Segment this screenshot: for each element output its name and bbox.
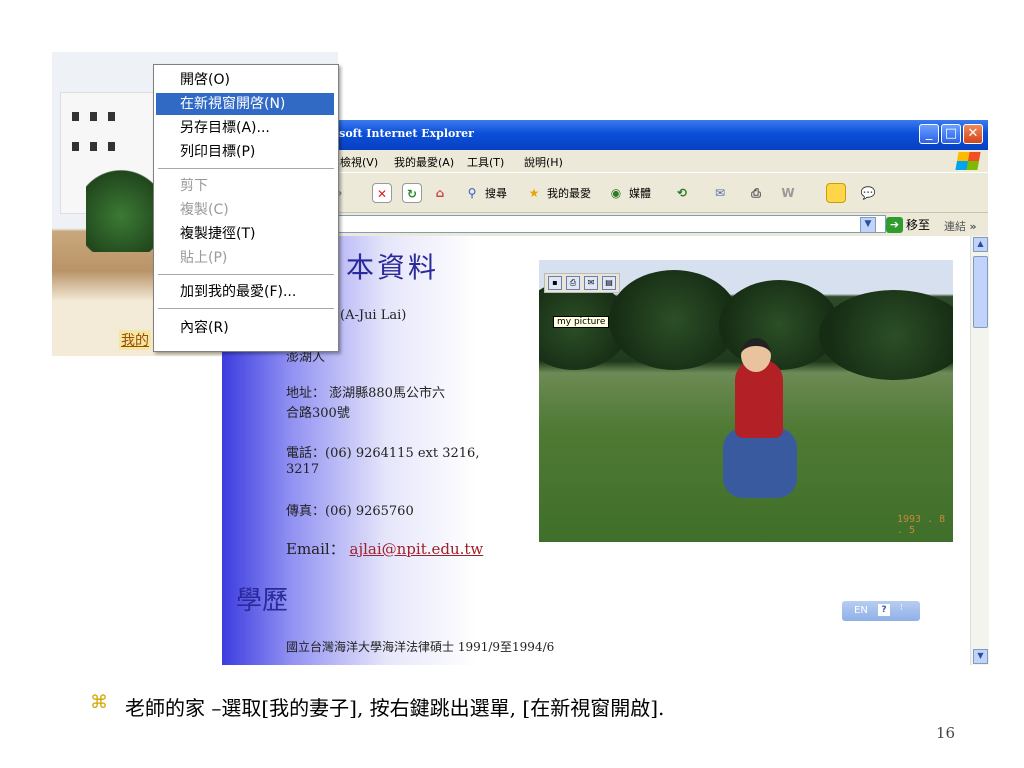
menu-tools[interactable]: 工具(T) — [467, 154, 504, 170]
stop-button[interactable]: ✕ — [372, 182, 392, 204]
context-menu: 開啓(O) 在新視窗開啓(N) 另存目標(A)... 列印目標(P) 剪下 複製… — [153, 64, 339, 352]
photo-tooltip: my picture — [553, 316, 610, 328]
favorites-button[interactable]: ★ 我的最愛 — [524, 182, 591, 204]
email-image-icon[interactable]: ✉ — [584, 276, 598, 290]
home-button[interactable]: ⌂ — [430, 182, 450, 204]
favorites-label: 我的最愛 — [547, 187, 591, 200]
media-icon: ◉ — [610, 186, 622, 200]
window-title: rosoft Internet Explorer — [326, 127, 474, 140]
edit-icon: W — [781, 186, 795, 200]
history-icon: ⟲ — [676, 186, 688, 200]
email-link[interactable]: ajlai@npit.edu.tw — [350, 540, 484, 558]
address-line-2: 合路300號 — [286, 406, 350, 421]
chat-bubble-icon: 💬 — [860, 186, 876, 200]
messenger-button[interactable]: 💬 — [858, 182, 878, 204]
language-bar[interactable]: EN ? ⁝ — [842, 601, 920, 621]
heading-basic-info: 本資料 — [346, 251, 440, 284]
menu-separator — [158, 274, 334, 275]
plant-image — [86, 162, 156, 252]
printer-icon: ⎙ — [751, 186, 761, 200]
menu-separator — [158, 308, 334, 309]
close-button[interactable]: ✕ — [963, 124, 983, 144]
print-image-icon[interactable]: ⎙ — [566, 276, 580, 290]
folder-icon — [826, 183, 846, 203]
refresh-button[interactable]: ↻ — [402, 182, 422, 204]
go-arrow-icon: ➔ — [886, 216, 903, 233]
menu-item-properties[interactable]: 內容(R) — [156, 317, 334, 339]
scroll-down-icon[interactable]: ▼ — [973, 649, 988, 664]
home-icon: ⌂ — [435, 186, 445, 200]
search-icon: ⚲ — [467, 186, 477, 200]
page-number: 16 — [936, 724, 956, 742]
menu-item-add-favorites[interactable]: 加到我的最愛(F)... — [156, 281, 334, 303]
windows-logo-icon — [955, 152, 981, 170]
person-head — [741, 338, 771, 372]
my-pictures-icon[interactable]: ▤ — [602, 276, 616, 290]
search-button[interactable]: ⚲ 搜尋 — [462, 182, 507, 204]
menu-item-print-target[interactable]: 列印目標(P) — [156, 141, 334, 163]
go-label: 移至 — [906, 218, 931, 232]
links-more-label: » — [969, 220, 977, 233]
profile-photo: ▪ ⎙ ✉ ▤ my picture 1993 . 8 . 5 — [539, 260, 953, 542]
menu-item-save-target[interactable]: 另存目標(A)... — [156, 117, 334, 139]
media-label: 媒體 — [629, 187, 651, 200]
favorites-star-icon: ★ — [528, 186, 540, 200]
menu-item-copy-shortcut[interactable]: 複製捷徑(T) — [156, 223, 334, 245]
person-legs — [723, 428, 797, 498]
edit-button[interactable]: W — [778, 182, 798, 204]
minimize-button[interactable]: _ — [919, 124, 939, 144]
address-dropdown-icon[interactable]: ▼ — [860, 217, 876, 233]
menu-view[interactable]: 檢視(V) — [340, 154, 378, 170]
address-line-1: 地址： 澎湖縣880馬公市六 — [286, 386, 445, 401]
menu-help[interactable]: 說明(H) — [524, 154, 563, 170]
name-line: (A-Jui Lai) — [340, 308, 407, 323]
links-label: 連結 — [944, 220, 966, 233]
scroll-thumb[interactable] — [973, 256, 988, 328]
options-icon[interactable]: ⁝ — [900, 603, 903, 613]
menu-item-open[interactable]: 開啓(O) — [156, 69, 334, 91]
maximize-button[interactable]: □ — [941, 124, 961, 144]
person-body — [735, 360, 783, 438]
media-button[interactable]: ◉ 媒體 — [606, 182, 651, 204]
refresh-icon: ↻ — [402, 183, 422, 203]
email-label: Email： — [286, 540, 345, 558]
menu-item-paste: 貼上(P) — [180, 250, 228, 266]
menu-item-copy: 複製(C) — [180, 202, 229, 218]
heading-education: 學歷 — [236, 586, 289, 616]
vertical-scrollbar[interactable]: ▲ ▼ — [970, 236, 989, 665]
photo-date-stamp: 1993 . 8 . 5 — [897, 514, 946, 536]
links-button[interactable]: 連結 » — [944, 218, 977, 234]
phone-line-1: 電話：(06) 9264115 ext 3216, — [286, 446, 480, 461]
email-line: Email： ajlai@npit.edu.tw — [286, 538, 483, 559]
help-icon[interactable]: ? — [878, 604, 890, 616]
go-button[interactable]: ➔ 移至 — [886, 216, 930, 233]
language-label: EN — [854, 605, 868, 616]
search-label: 搜尋 — [485, 187, 507, 200]
folder-button[interactable] — [826, 182, 846, 204]
phone-line-2: 3217 — [286, 462, 320, 477]
bullet-icon: ⌘ — [90, 692, 108, 713]
image-toolbar: ▪ ⎙ ✉ ▤ — [544, 273, 620, 293]
education-line: 國立台灣海洋大學海洋法律碩士 1991/9至1994/6 — [286, 640, 555, 654]
mail-icon: ✉ — [714, 186, 726, 200]
menu-separator — [158, 168, 334, 169]
save-image-icon[interactable]: ▪ — [548, 276, 562, 290]
print-button[interactable]: ⎙ — [746, 182, 766, 204]
fax-line: 傳真：(06) 9265760 — [286, 504, 414, 519]
mail-button[interactable]: ✉ — [710, 182, 730, 204]
history-button[interactable]: ⟲ — [672, 182, 692, 204]
scroll-up-icon[interactable]: ▲ — [973, 237, 988, 252]
slide-caption: 老師的家 –選取[我的妻子], 按右鍵跳出選單, [在新視窗開啟]. — [125, 696, 665, 720]
menu-item-cut: 剪下 — [180, 178, 208, 194]
my-wife-link[interactable]: 我的 — [119, 330, 151, 350]
menu-item-open-new-window[interactable]: 在新視窗開啓(N) — [156, 93, 334, 115]
menu-favorites[interactable]: 我的最愛(A) — [394, 154, 454, 170]
stop-icon: ✕ — [372, 183, 392, 203]
